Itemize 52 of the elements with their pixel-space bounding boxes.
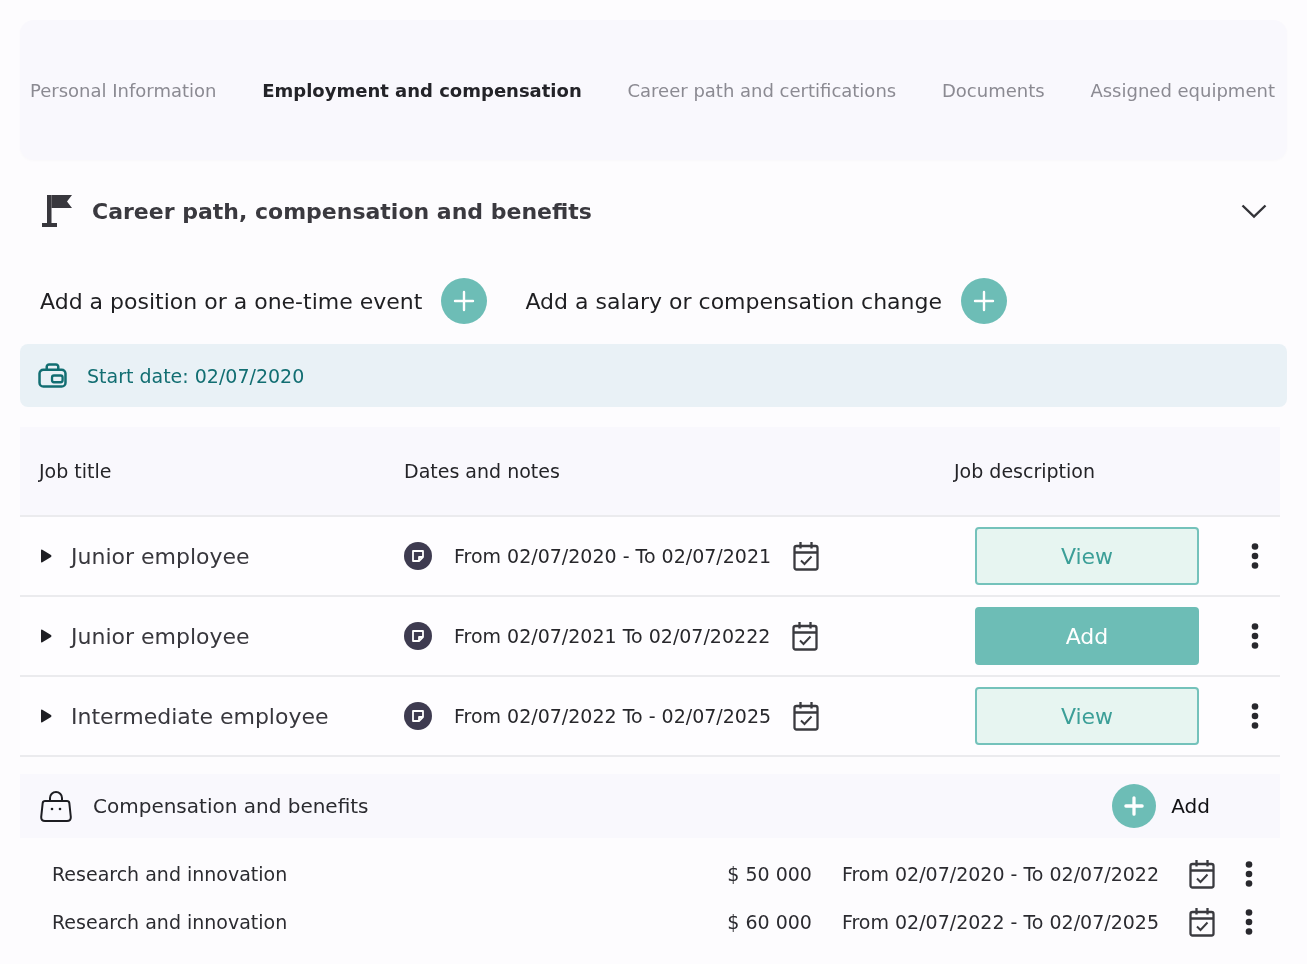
tab[interactable]: Documents: [941, 79, 1045, 101]
add-button[interactable]: Add: [1112, 784, 1210, 828]
section-title: Career path, compensation and benefits: [92, 198, 593, 224]
add-button[interactable]: Add: [975, 607, 1199, 665]
chevron-down-icon[interactable]: [1241, 203, 1267, 219]
compensation-name: Research and innovation: [52, 863, 289, 885]
column-header: Dates and notes: [404, 460, 561, 482]
tab[interactable]: Career path and certifications: [627, 79, 897, 101]
tab[interactable]: Personal Information: [30, 79, 217, 101]
column-header: Job title: [37, 460, 113, 482]
date-range: From 02/07/2020 - To 02/07/2021: [454, 545, 772, 567]
calendar-check-icon[interactable]: [793, 541, 820, 571]
compensation-name: Research and innovation: [52, 911, 289, 933]
calendar-check-icon[interactable]: [792, 621, 819, 651]
more-options-icon[interactable]: [1245, 909, 1253, 935]
caret-right-icon[interactable]: [40, 549, 52, 563]
salary-amount: $ 50 000: [727, 863, 812, 885]
note-icon[interactable]: [404, 622, 432, 650]
date-range: From 02/07/2022 To - 02/07/2025: [454, 705, 772, 727]
calendar-check-icon[interactable]: [1189, 859, 1215, 889]
job-title: Junior employee: [71, 623, 250, 649]
column-header: Job description: [954, 460, 1096, 482]
salary-amount: $ 60 000: [727, 911, 812, 933]
job-title: Intermediate employee: [71, 703, 329, 729]
plus-circle-icon: [1112, 784, 1157, 828]
date-range: From 02/07/2020 - To 02/07/2022: [841, 863, 1159, 885]
view-button[interactable]: View: [975, 687, 1199, 745]
plus-circle-icon: [961, 278, 1008, 324]
note-icon[interactable]: [404, 542, 432, 570]
note-icon[interactable]: [404, 702, 432, 730]
more-options-icon[interactable]: [1245, 861, 1253, 887]
view-button[interactable]: View: [975, 527, 1199, 585]
job-title: Junior employee: [71, 543, 250, 569]
date-range: From 02/07/2021 To 02/07/20222: [454, 625, 771, 647]
tab[interactable]: Assigned equipment: [1090, 79, 1275, 101]
add-action-button[interactable]: Add a position or a one-time event: [40, 278, 488, 324]
shopping-bag-icon: [40, 789, 72, 823]
add-action-button[interactable]: Add a salary or compensation change: [525, 278, 1008, 324]
date-range: From 02/07/2022 - To 02/07/2025: [841, 911, 1159, 933]
flag-icon: [42, 194, 72, 228]
calendar-check-icon[interactable]: [1189, 907, 1215, 937]
plus-circle-icon: [441, 278, 488, 324]
more-options-icon[interactable]: [1251, 703, 1259, 729]
more-options-icon[interactable]: [1251, 623, 1259, 649]
compensation-title: Compensation and benefits: [93, 794, 370, 818]
tab[interactable]: Employment and compensation: [262, 79, 582, 101]
calendar-check-icon[interactable]: [793, 701, 820, 731]
caret-right-icon[interactable]: [40, 629, 52, 643]
start-date-text: Start date: 02/07/2020: [87, 364, 305, 387]
caret-right-icon[interactable]: [40, 709, 52, 723]
wallet-icon: [38, 363, 67, 388]
more-options-icon[interactable]: [1251, 543, 1259, 569]
